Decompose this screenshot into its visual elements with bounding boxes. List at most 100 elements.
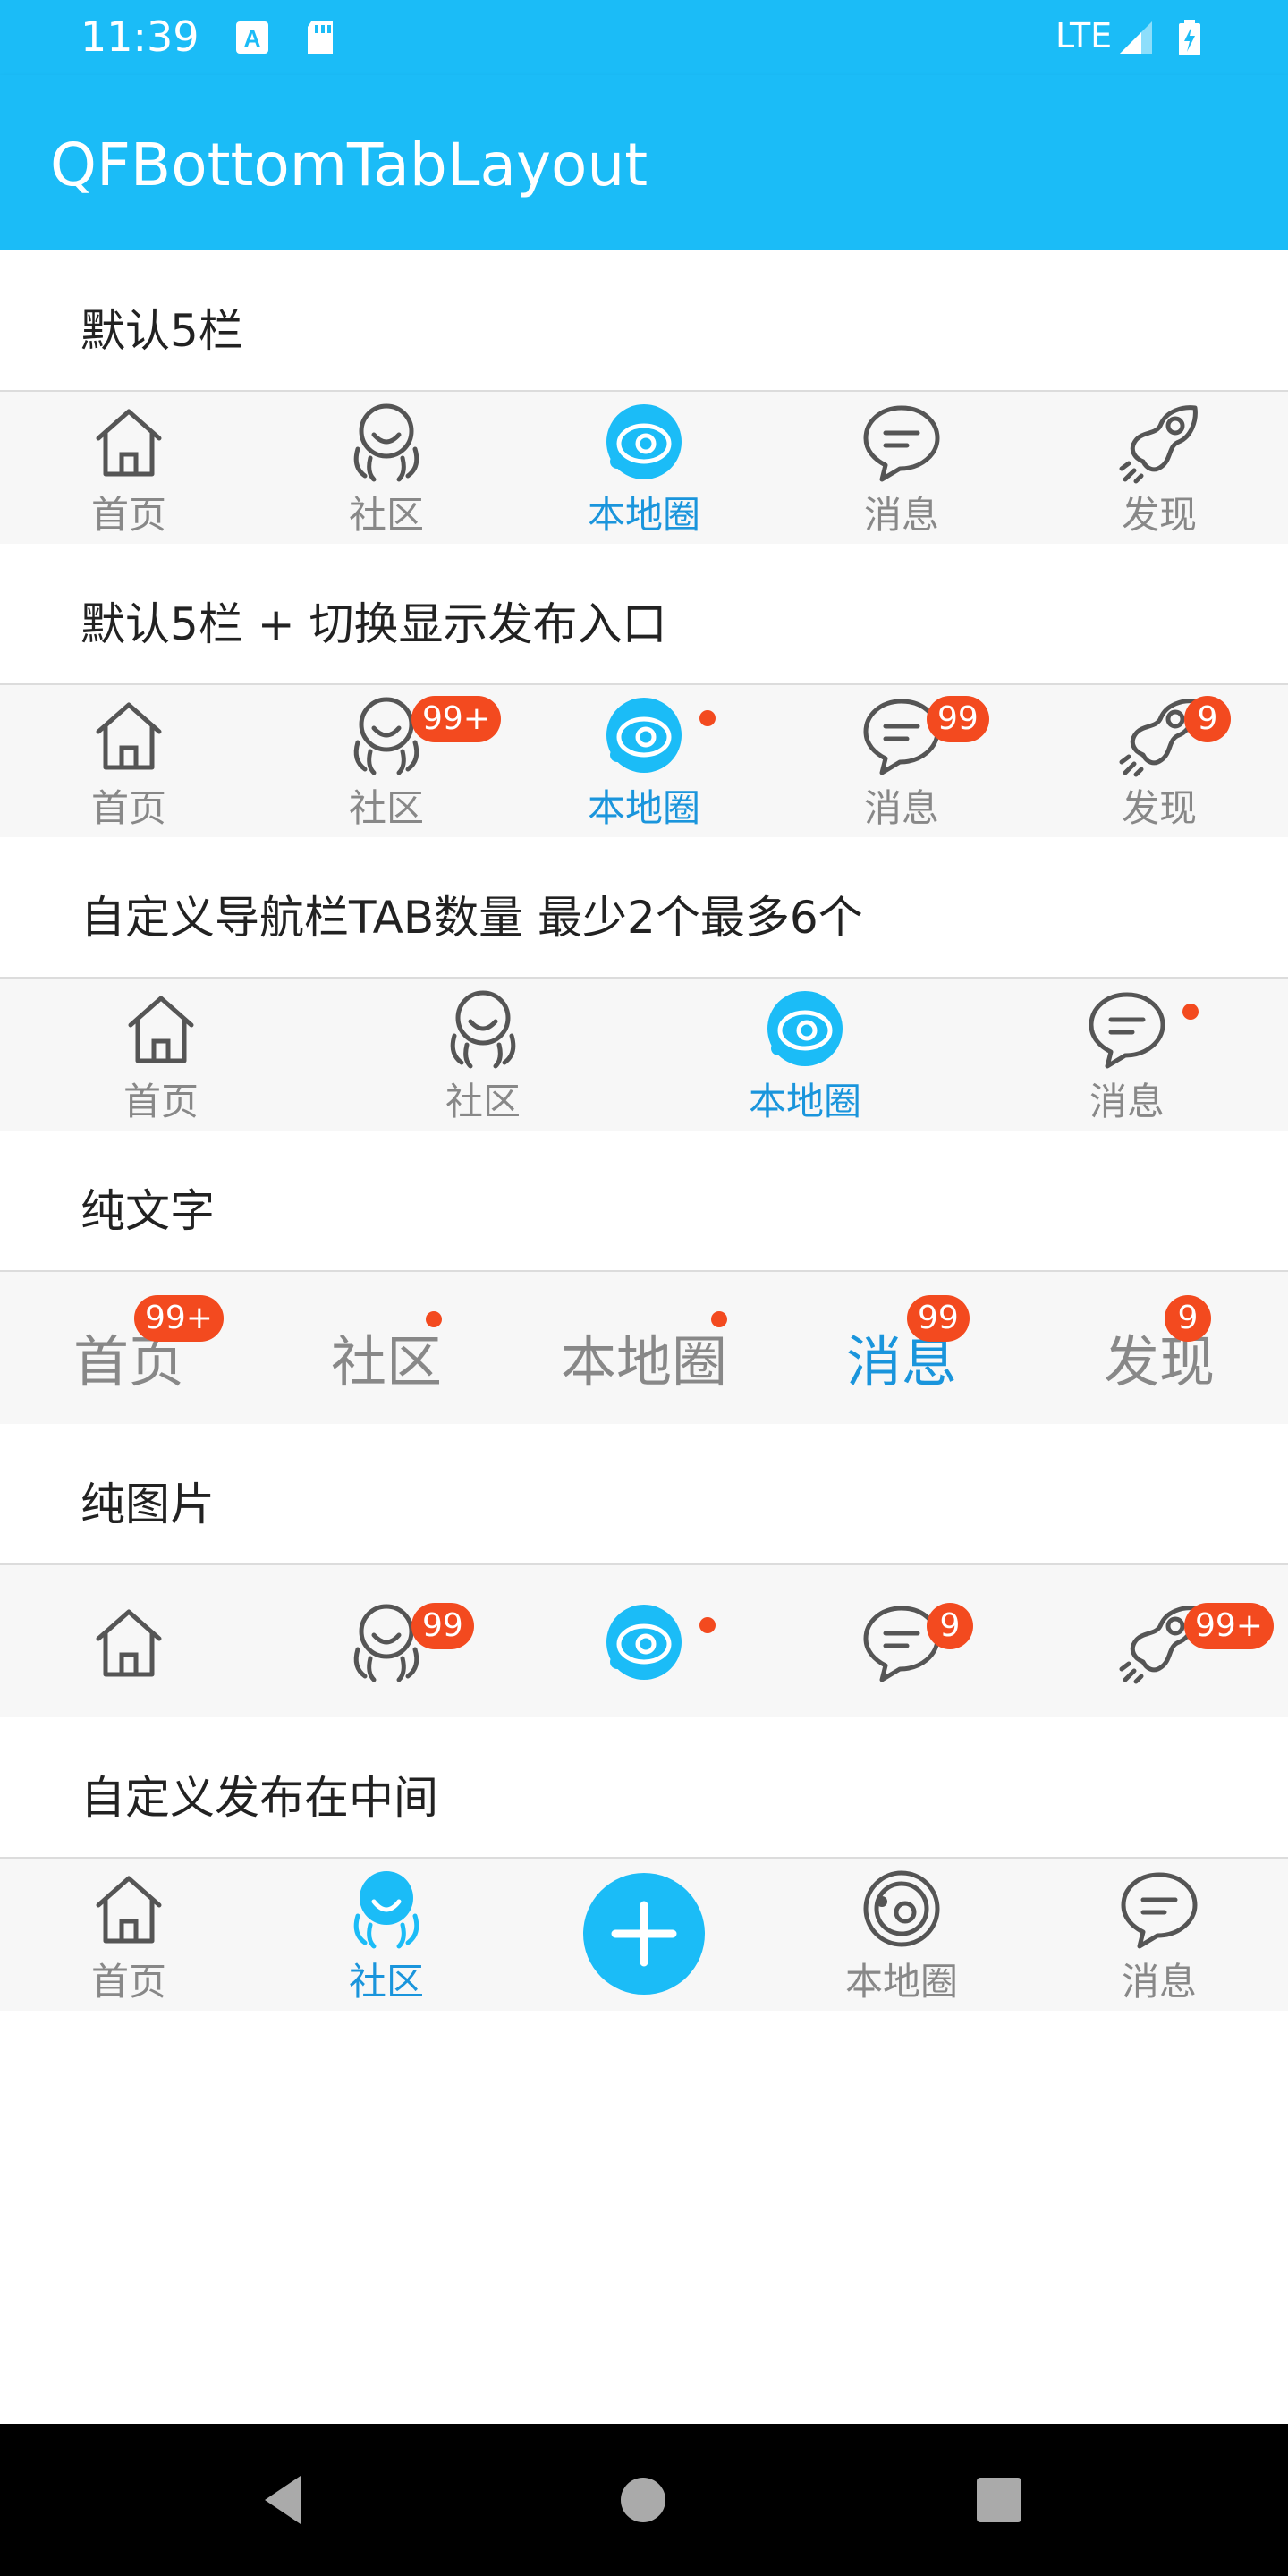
tab-item[interactable]: 首页	[0, 979, 322, 1131]
badge-count: 99	[927, 696, 989, 742]
tab-bar-image-only: 99 9 99+	[0, 1563, 1288, 1717]
local-circle-icon	[859, 1866, 945, 1952]
tab-label: 本地圈	[748, 1080, 861, 1123]
message-icon	[1116, 1866, 1202, 1952]
tab-item[interactable]: 99	[258, 1565, 515, 1717]
tab-label: 消息	[845, 1329, 957, 1394]
local-circle-icon	[601, 692, 687, 778]
home-nav-icon[interactable]	[612, 2469, 674, 2531]
status-bar: 11:39 A LTE	[0, 0, 1288, 75]
system-nav-bar	[0, 2424, 1288, 2576]
badge-count: 99	[907, 1295, 970, 1342]
tab-item[interactable]: 首页 99+	[0, 1272, 258, 1424]
badge-dot	[699, 1617, 716, 1633]
tab-label: 消息	[1121, 1960, 1197, 2004]
tab-item[interactable]	[0, 1565, 258, 1717]
section-default-5: 默认5栏	[0, 250, 1288, 390]
tab-bar-publish-middle: 首页 社区 本地圈 消息	[0, 1857, 1288, 2011]
local-circle-icon	[601, 1599, 687, 1685]
section-default-5-publish: 默认5栏 + 切换显示发布入口	[0, 544, 1288, 683]
tab-item[interactable]: 本地圈	[515, 1272, 773, 1424]
tab-item[interactable]: 本地圈	[773, 1859, 1030, 2011]
tab-label: 社区	[330, 1329, 442, 1394]
recents-icon[interactable]	[968, 2469, 1030, 2531]
tab-item[interactable]: 首页	[0, 1859, 258, 2011]
badge-dot	[1182, 1004, 1199, 1020]
tab-item[interactable]: 发现 9	[1030, 685, 1288, 837]
section-publish-middle: 自定义发布在中间	[0, 1717, 1288, 1857]
tab-item[interactable]: 本地圈	[515, 685, 773, 837]
section-title: 纯图片	[80, 1479, 215, 1530]
tab-label: 消息	[863, 493, 939, 537]
signal-icon	[1120, 21, 1152, 54]
tab-item[interactable]: 9	[773, 1565, 1030, 1717]
tab-item[interactable]: 本地圈	[515, 392, 773, 544]
tab-item[interactable]: 消息	[773, 392, 1030, 544]
community-icon	[440, 986, 526, 1072]
tab-item[interactable]: 本地圈	[644, 979, 966, 1131]
app-bar: QFBottomTabLayout	[0, 75, 1288, 250]
tab-item[interactable]	[515, 1859, 773, 2011]
tab-label: 消息	[863, 786, 939, 830]
badge-dot	[711, 1311, 727, 1327]
local-circle-icon	[762, 986, 848, 1072]
tab-item[interactable]: 社区	[322, 979, 644, 1131]
message-icon	[1084, 986, 1170, 1072]
tab-item[interactable]: 首页	[0, 685, 258, 837]
tab-label: 发现	[1121, 786, 1197, 830]
tab-item[interactable]: 消息	[966, 979, 1288, 1131]
tab-bar-default: 首页 社区 本地圈 消息 发现	[0, 390, 1288, 544]
battery-charging-icon	[1179, 20, 1200, 55]
tab-item[interactable]: 发现 9	[1030, 1272, 1288, 1424]
tab-label: 首页	[123, 1080, 199, 1123]
tab-label: 本地圈	[587, 786, 700, 830]
tab-label: 首页	[90, 493, 166, 537]
badge-count: 99	[411, 1603, 474, 1649]
section-title: 自定义导航栏TAB数量 最少2个最多6个	[80, 892, 863, 944]
tab-item[interactable]	[515, 1565, 773, 1717]
tab-bar-four: 首页 社区 本地圈 消息	[0, 977, 1288, 1131]
community-icon	[343, 1866, 429, 1952]
tab-item[interactable]: 消息	[1030, 1859, 1288, 2011]
tab-label: 首页	[90, 786, 166, 830]
badge-dot	[426, 1311, 442, 1327]
section-title: 纯文字	[80, 1185, 215, 1237]
tab-label: 社区	[348, 1960, 424, 2004]
message-icon	[859, 399, 945, 485]
tab-item[interactable]: 社区	[258, 392, 515, 544]
tab-item[interactable]: 消息 99	[773, 1272, 1030, 1424]
network-type: LTE	[1055, 16, 1113, 55]
tab-label: 本地圈	[587, 493, 700, 537]
badge-count: 99+	[1184, 1603, 1274, 1649]
tab-item[interactable]: 社区 99+	[258, 685, 515, 837]
tab-label: 消息	[1089, 1080, 1165, 1123]
tab-item[interactable]: 社区	[258, 1859, 515, 2011]
section-custom-count: 自定义导航栏TAB数量 最少2个最多6个	[0, 837, 1288, 977]
tab-item[interactable]: 99+	[1030, 1565, 1288, 1717]
tab-item[interactable]: 社区	[258, 1272, 515, 1424]
publish-add-icon[interactable]	[581, 1871, 707, 1996]
tab-bar-badges: 首页 社区 99+ 本地圈 消息 99 发现 9	[0, 683, 1288, 837]
badge-count: 9	[1165, 1295, 1211, 1342]
tab-item[interactable]: 首页	[0, 392, 258, 544]
tab-bar-text-only: 首页 99+ 社区 本地圈 消息 99 发现 9	[0, 1270, 1288, 1424]
local-circle-icon	[601, 399, 687, 485]
home-icon	[86, 1866, 172, 1952]
a-notification-icon: A	[236, 21, 268, 54]
section-title: 默认5栏	[80, 305, 243, 357]
app-title: QFBottomTabLayout	[50, 131, 648, 199]
tab-label: 本地圈	[560, 1329, 727, 1394]
tab-item[interactable]: 消息 99	[773, 685, 1030, 837]
badge-count: 99+	[134, 1295, 224, 1342]
sd-card-icon	[308, 21, 333, 54]
section-image-only: 纯图片	[0, 1424, 1288, 1563]
tab-label: 首页	[90, 1960, 166, 2004]
community-icon	[343, 399, 429, 485]
home-icon	[118, 986, 204, 1072]
badge-dot	[699, 710, 716, 726]
home-icon	[86, 692, 172, 778]
tab-label: 社区	[348, 786, 424, 830]
back-icon[interactable]	[252, 2469, 315, 2531]
home-icon	[86, 399, 172, 485]
tab-item[interactable]: 发现	[1030, 392, 1288, 544]
